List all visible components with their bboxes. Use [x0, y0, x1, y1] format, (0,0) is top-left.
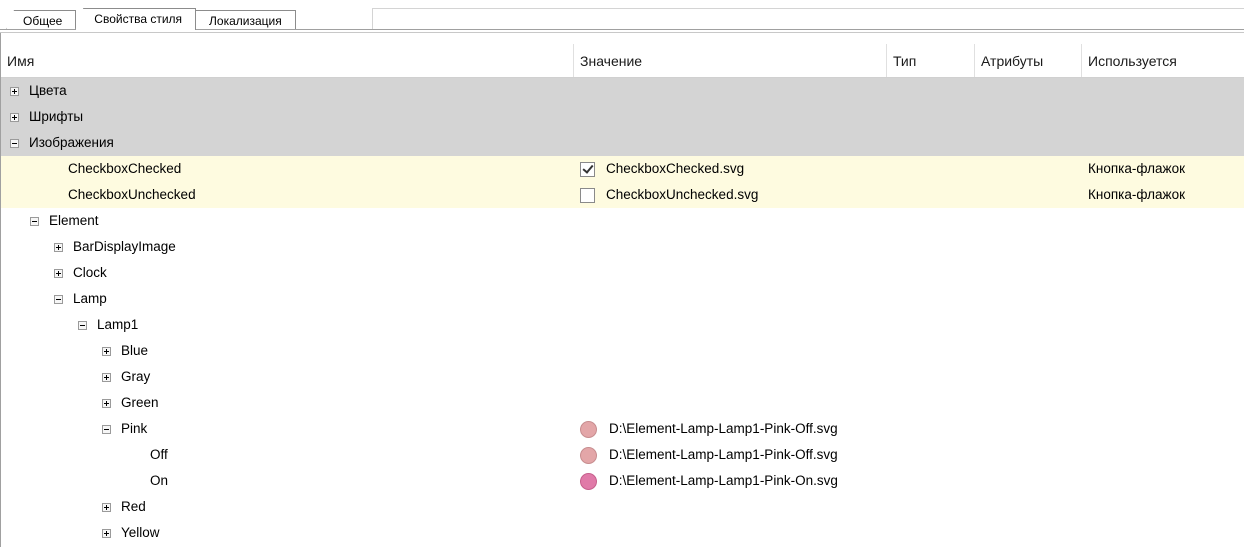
tab-general[interactable]: Общее — [6, 10, 77, 30]
row-name-label: CheckboxUnchecked — [68, 187, 196, 202]
expand-plus-icon[interactable] — [54, 242, 63, 252]
row-name-cell: Цвета — [10, 78, 67, 104]
table-row[interactable]: Цвета — [1, 78, 1244, 104]
table-row[interactable]: Gray — [1, 364, 1244, 390]
row-name-cell: CheckboxChecked — [68, 156, 181, 182]
row-name-label: Pink — [121, 421, 148, 436]
pink-off-circle-icon — [580, 446, 597, 464]
row-name-cell: Pink — [102, 416, 147, 442]
row-name-label: Изображения — [29, 135, 114, 150]
table-row[interactable]: On D:\Element-Lamp-Lamp1-Pink-On.svg — [1, 468, 1244, 494]
row-name-cell: Lamp — [54, 286, 107, 312]
collapse-minus-icon[interactable] — [54, 294, 63, 304]
checkbox-unchecked-icon — [580, 187, 595, 203]
tab-localization[interactable]: Локализация — [195, 10, 296, 30]
tab-style-properties[interactable]: Свойства стиля — [75, 8, 197, 30]
expand-plus-icon[interactable] — [102, 346, 111, 356]
row-name-label: Lamp1 — [97, 317, 139, 332]
table-row[interactable]: CheckboxChecked CheckboxChecked.svg Кнопка… — [1, 156, 1244, 182]
row-value-text: CheckboxChecked.svg — [606, 161, 745, 176]
row-value-text: CheckboxUnchecked.svg — [606, 187, 759, 202]
row-name-label: Gray — [121, 369, 151, 384]
table-row[interactable]: Yellow — [1, 520, 1244, 546]
row-name-cell: Yellow — [102, 520, 160, 546]
row-value-cell: D:\Element-Lamp-Lamp1-Pink-Off.svg — [580, 442, 838, 468]
expand-plus-icon[interactable] — [10, 86, 19, 96]
row-name-label: Green — [121, 395, 159, 410]
row-name-label: Lamp — [73, 291, 107, 306]
row-name-cell: Clock — [54, 260, 107, 286]
row-name-label: Red — [121, 499, 146, 514]
tab-list: Общее Свойства стиля Локализация — [6, 8, 296, 30]
row-name-label: CheckboxChecked — [68, 161, 182, 176]
collapse-minus-icon[interactable] — [102, 424, 111, 434]
row-name-cell: Off — [150, 442, 168, 468]
row-name-cell: CheckboxUnchecked — [68, 182, 196, 208]
row-name-label: On — [150, 473, 169, 488]
column-header-type[interactable]: Тип — [887, 44, 975, 77]
row-value-cell: CheckboxChecked.svg — [580, 156, 744, 182]
row-name-cell: Red — [102, 494, 146, 520]
column-header-used[interactable]: Используется — [1082, 44, 1244, 77]
collapse-minus-icon[interactable] — [30, 216, 39, 226]
tab-strip-background — [372, 8, 1244, 29]
row-name-cell: Gray — [102, 364, 150, 390]
row-name-cell: Lamp1 — [78, 312, 138, 338]
table-row[interactable]: Шрифты — [1, 104, 1244, 130]
row-name-label: Шрифты — [29, 109, 84, 124]
tab-divider-lower — [0, 32, 1244, 33]
row-value-cell: CheckboxUnchecked.svg — [580, 182, 758, 208]
table-row[interactable]: Off D:\Element-Lamp-Lamp1-Pink-Off.svg — [1, 442, 1244, 468]
checkbox-checked-icon — [580, 161, 595, 177]
expand-plus-icon[interactable] — [102, 398, 111, 408]
row-value-cell: D:\Element-Lamp-Lamp1-Pink-On.svg — [580, 468, 838, 494]
row-value-text: D:\Element-Lamp-Lamp1-Pink-On.svg — [609, 473, 838, 488]
row-name-label: Off — [150, 447, 168, 462]
table-row[interactable]: Lamp — [1, 286, 1244, 312]
collapse-minus-icon[interactable] — [78, 320, 87, 330]
expand-plus-icon[interactable] — [10, 112, 19, 122]
row-value-cell: D:\Element-Lamp-Lamp1-Pink-Off.svg — [580, 416, 838, 442]
row-name-label: Blue — [121, 343, 149, 358]
row-name-cell: BarDisplayImage — [54, 234, 176, 260]
row-name-label: Clock — [73, 265, 107, 280]
row-name-cell: Blue — [102, 338, 148, 364]
table-row[interactable]: Blue — [1, 338, 1244, 364]
table-row[interactable]: Green — [1, 390, 1244, 416]
row-name-label: BarDisplayImage — [73, 239, 176, 254]
table-row[interactable]: Clock — [1, 260, 1244, 286]
table-row[interactable]: CheckboxUnchecked CheckboxUnchecked.svg Кн… — [1, 182, 1244, 208]
row-name-label: Element — [49, 213, 99, 228]
column-header-attributes[interactable]: Атрибуты — [975, 44, 1082, 77]
expand-plus-icon[interactable] — [102, 372, 111, 382]
row-name-label: Цвета — [29, 83, 67, 98]
collapse-minus-icon[interactable] — [10, 138, 19, 148]
column-header-value[interactable]: Значение — [574, 44, 887, 77]
table-row[interactable]: BarDisplayImage — [1, 234, 1244, 260]
table-row[interactable]: Изображения — [1, 130, 1244, 156]
pink-off-circle-icon — [580, 420, 597, 438]
tab-strip: Общее Свойства стиля Локализация — [0, 0, 1244, 34]
grid-header: Имя Значение Тип Атрибуты Используется — [1, 44, 1244, 78]
table-row[interactable]: Lamp1 — [1, 312, 1244, 338]
row-name-cell: Element — [30, 208, 99, 234]
row-value-text: D:\Element-Lamp-Lamp1-Pink-Off.svg — [609, 421, 838, 436]
row-name-cell: On — [150, 468, 168, 494]
table-row[interactable]: Red — [1, 494, 1244, 520]
table-row[interactable]: Element — [1, 208, 1244, 234]
row-used-cell: Кнопка-флажок — [1088, 187, 1185, 202]
row-value-text: D:\Element-Lamp-Lamp1-Pink-Off.svg — [609, 447, 838, 462]
expand-plus-icon[interactable] — [102, 502, 111, 512]
column-header-name[interactable]: Имя — [1, 44, 574, 77]
row-name-cell: Шрифты — [10, 104, 83, 130]
expand-plus-icon[interactable] — [102, 528, 111, 538]
row-used-cell: Кнопка-флажок — [1088, 161, 1185, 176]
pink-on-circle-icon — [580, 472, 597, 490]
table-row[interactable]: Pink D:\Element-Lamp-Lamp1-Pink-Off.svg — [1, 416, 1244, 442]
row-name-cell: Изображения — [10, 130, 114, 156]
row-name-label: Yellow — [121, 525, 160, 540]
row-name-cell: Green — [102, 390, 159, 416]
expand-plus-icon[interactable] — [54, 268, 63, 278]
